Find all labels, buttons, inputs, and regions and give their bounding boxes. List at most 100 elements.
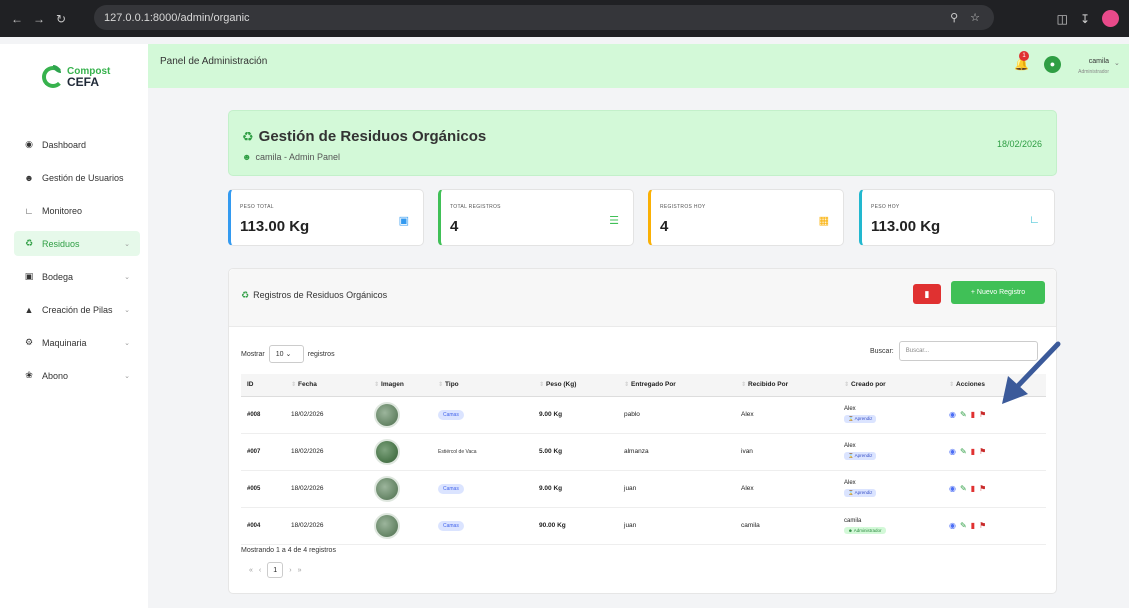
gears-icon: ⚙ bbox=[24, 337, 34, 347]
cell-id: #005 bbox=[241, 470, 285, 508]
cell-fecha: 18/02/2026 bbox=[285, 507, 368, 545]
delete-trash-icon[interactable]: ▮ bbox=[971, 410, 975, 419]
role-badge: ☻ Administrador bbox=[844, 526, 886, 534]
sidebar-item-dashboard[interactable]: ◉ Dashboard bbox=[14, 132, 140, 157]
brand-line2: CEFA bbox=[67, 75, 100, 89]
cell-entregado: juan bbox=[618, 470, 735, 508]
user-avatar[interactable]: ● bbox=[1044, 56, 1061, 73]
chart-line-icon: ∟ bbox=[1029, 214, 1040, 226]
column-header[interactable]: ⇕ Creado por bbox=[838, 374, 943, 397]
chart-icon: ∟ bbox=[24, 205, 34, 216]
forward-icon[interactable]: → bbox=[30, 12, 48, 26]
cell-id: #007 bbox=[241, 433, 285, 471]
sidebar-item-monitoreo[interactable]: ∟ Monitoreo bbox=[14, 198, 140, 223]
notification-badge: 1 bbox=[1019, 51, 1029, 61]
cell-recibido: Alex bbox=[735, 470, 838, 508]
view-eye-icon[interactable]: ◉ bbox=[949, 447, 956, 456]
profile-avatar[interactable] bbox=[1102, 10, 1119, 27]
back-icon[interactable]: ← bbox=[8, 12, 26, 26]
download-icon[interactable]: ↧ bbox=[1080, 12, 1090, 26]
sidebar-item-label: Bodega bbox=[42, 271, 74, 282]
sidebar-item-label: Residuos bbox=[42, 238, 80, 249]
zoom-icon[interactable]: ⚲ bbox=[950, 11, 958, 24]
sidebar-item-residuos[interactable]: ♻ Residuos ⌄ bbox=[14, 231, 140, 256]
cell-tipo: Estiércol de Vaca bbox=[432, 433, 533, 471]
extensions-icon[interactable]: ◫ bbox=[1057, 12, 1068, 26]
stat-label: PESO TOTAL bbox=[240, 204, 274, 210]
column-header[interactable]: ⇕ Tipo bbox=[432, 374, 533, 397]
column-header[interactable]: ⇕ Entregado Por bbox=[618, 374, 735, 397]
prev-page-icon[interactable]: ‹ bbox=[259, 567, 261, 574]
user-role: Administrador bbox=[1078, 69, 1109, 75]
column-header[interactable]: ID bbox=[241, 374, 285, 397]
cell-id: #008 bbox=[241, 396, 285, 434]
page-header: ♻ Gestión de Residuos Orgánicos ☻ camila -… bbox=[228, 110, 1057, 176]
creator-name: camila bbox=[844, 517, 862, 524]
delete-trash-icon[interactable]: ▮ bbox=[971, 521, 975, 530]
column-header[interactable]: ⇕ Fecha bbox=[285, 374, 368, 397]
column-header[interactable]: ⇕ Imagen bbox=[368, 374, 432, 397]
waste-thumbnail[interactable] bbox=[374, 475, 400, 502]
creator-name: Alex bbox=[844, 480, 856, 486]
view-eye-icon[interactable]: ◉ bbox=[949, 410, 956, 419]
sidebar-item-pilas[interactable]: ▲ Creación de Pilas ⌄ bbox=[14, 297, 140, 322]
sidebar-item-label: Maquinaria bbox=[42, 337, 87, 348]
reload-icon[interactable]: ↻ bbox=[52, 12, 70, 26]
user-menu[interactable]: camila Administrador bbox=[1069, 56, 1109, 76]
records-table: ID ⇕ Fecha ⇕ Imagen ⇕ Tipo ⇕ Peso (Kg) ⇕ Entr… bbox=[241, 374, 1046, 545]
page-length-control: Mostrar 10 ⌄ registros bbox=[241, 345, 335, 363]
stat-value: 4 bbox=[660, 218, 669, 235]
address-bar[interactable]: 127.0.0.1:8000/admin/organic ⚲ ☆ bbox=[94, 5, 994, 297]
stat-value: 4 bbox=[450, 218, 459, 235]
column-header[interactable]: ⇕ Peso (Kg) bbox=[533, 374, 618, 397]
sidebar-item-bodega[interactable]: ▣ Bodega ⌄ bbox=[14, 264, 140, 289]
role-badge: ⌛ Aprendiz bbox=[844, 415, 877, 423]
page-button[interactable]: 1 bbox=[267, 562, 284, 578]
edit-icon[interactable]: ✎ bbox=[960, 484, 967, 493]
edit-icon[interactable]: ✎ bbox=[960, 410, 967, 419]
stat-card-total-registros: TOTAL REGISTROS 4 ☰ bbox=[438, 189, 634, 246]
next-page-icon[interactable]: › bbox=[289, 567, 291, 574]
waste-thumbnail[interactable] bbox=[374, 438, 400, 465]
sidebar-item-maquinaria[interactable]: ⚙ Maquinaria ⌄ bbox=[14, 330, 140, 355]
cell-creado: Alex ⌛ Aprendiz bbox=[838, 470, 943, 508]
view-eye-icon[interactable]: ◉ bbox=[949, 521, 956, 530]
edit-icon[interactable]: ✎ bbox=[960, 521, 967, 530]
first-page-icon[interactable]: « bbox=[249, 567, 253, 574]
waste-thumbnail[interactable] bbox=[374, 512, 400, 539]
edit-icon[interactable]: ✎ bbox=[960, 447, 967, 456]
pdf-icon[interactable]: ⚑ bbox=[979, 447, 986, 456]
stat-label: TOTAL REGISTROS bbox=[450, 204, 501, 210]
pdf-icon[interactable]: ⚑ bbox=[979, 521, 986, 530]
top-header: Panel de Administración 🔔 1 ● camila Admi… bbox=[148, 44, 1129, 88]
bookmark-star-icon[interactable]: ☆ bbox=[970, 11, 980, 24]
delete-trash-icon[interactable]: ▮ bbox=[971, 447, 975, 456]
sidebar-item-abono[interactable]: ❀ Abono ⌄ bbox=[14, 363, 140, 388]
cell-peso: 90.00 Kg bbox=[533, 507, 618, 545]
table-row: #005 18/02/2026 Camas 9.00 Kg juan Alex … bbox=[241, 470, 1046, 508]
sidebar-menu: ◉ Dashboard ☻ Gestión de Usuarios ∟ Monitor… bbox=[14, 132, 140, 396]
last-page-icon[interactable]: » bbox=[298, 567, 302, 574]
waste-thumbnail[interactable] bbox=[374, 401, 400, 428]
view-eye-icon[interactable]: ◉ bbox=[949, 484, 956, 493]
new-record-button[interactable]: + Nuevo Registro bbox=[951, 281, 1045, 304]
page-length-value: 10 bbox=[275, 350, 284, 358]
export-pdf-button[interactable]: ▮ bbox=[913, 284, 941, 304]
notifications-bell-icon[interactable]: 🔔 1 bbox=[1014, 51, 1029, 71]
chevron-down-icon[interactable]: ⌄ bbox=[1114, 59, 1120, 67]
stat-value: 113.00 Kg bbox=[871, 218, 941, 235]
page-length-select[interactable]: 10 ⌄ bbox=[268, 345, 304, 363]
users-icon: ☻ bbox=[24, 172, 34, 183]
delete-trash-icon[interactable]: ▮ bbox=[971, 484, 975, 493]
sidebar-item-users[interactable]: ☻ Gestión de Usuarios bbox=[14, 165, 140, 190]
table-row: #008 18/02/2026 Camas 9.00 Kg pablo Alex… bbox=[241, 396, 1046, 434]
pdf-icon[interactable]: ⚑ bbox=[979, 410, 986, 419]
pdf-icon[interactable]: ⚑ bbox=[979, 484, 986, 493]
cell-entregado: almanza bbox=[618, 433, 735, 471]
column-header[interactable]: ⇕ Recibido Por bbox=[735, 374, 838, 397]
brand-logo[interactable]: Compost CEFA bbox=[42, 65, 110, 89]
sidebar-item-label: Dashboard bbox=[42, 139, 87, 150]
stat-card-peso-total: PESO TOTAL 113.00 Kg ▣ bbox=[228, 189, 424, 246]
sprout-icon: ❀ bbox=[25, 370, 33, 380]
annotation-arrow-icon bbox=[1002, 341, 1061, 404]
